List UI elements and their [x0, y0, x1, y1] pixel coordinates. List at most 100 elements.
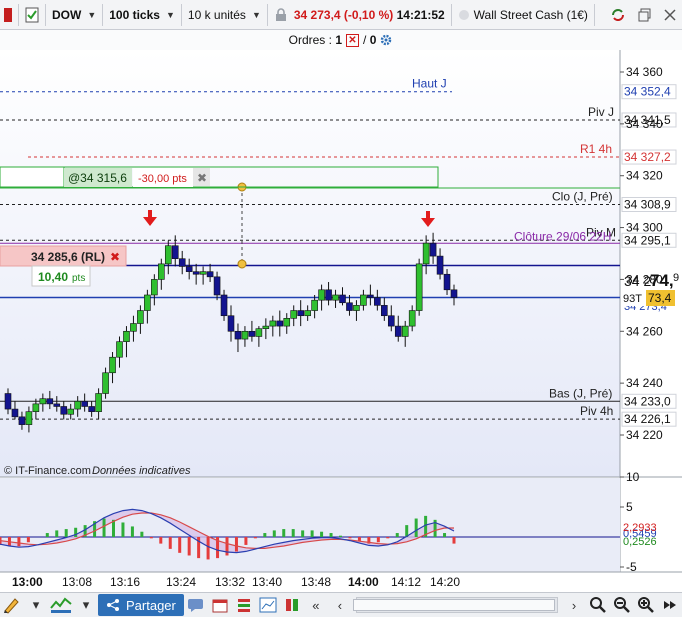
zoom-in-button[interactable]: [636, 594, 656, 616]
bear-candle: [81, 400, 88, 407]
checklist-button[interactable]: [19, 3, 46, 26]
indicator-tick-label: 10: [626, 470, 640, 484]
histogram-bar: [130, 526, 134, 537]
calendar-button[interactable]: [210, 594, 230, 616]
histogram-bar: [140, 531, 144, 537]
stop-order-distance: -30,00 pts: [138, 173, 187, 185]
share-button[interactable]: Partager: [98, 594, 184, 616]
clo_j_pre-label: Clo (J, Pré): [552, 189, 613, 203]
bull-candle: [262, 325, 270, 329]
histogram-bar: [17, 537, 21, 547]
scroll-end-icon: [664, 601, 676, 609]
cancel-orders-icon[interactable]: ✕: [346, 33, 359, 47]
scroll-end-button[interactable]: [660, 594, 680, 616]
piv_4h-value: 34 226,1: [624, 412, 671, 426]
close-icon[interactable]: ✖: [110, 250, 120, 264]
bear-candle: [436, 255, 444, 275]
histogram-bar: [168, 537, 172, 549]
horizontal-scrollbar[interactable]: [353, 597, 558, 613]
calendar-icon: [212, 599, 228, 613]
bear-candle: [381, 305, 388, 317]
chevron-down-icon[interactable]: ▾: [76, 594, 96, 616]
indicator-tick-label: 5: [626, 500, 633, 514]
close-window-button[interactable]: [658, 4, 682, 26]
top-toolbar: DOW ▼ 100 ticks ▼ 10 k unités ▼ 34 273,4…: [0, 0, 682, 30]
quantity-select[interactable]: 10 k unités ▼: [182, 3, 268, 26]
indicators-button[interactable]: [50, 594, 72, 616]
time-tick-label: 13:32: [215, 575, 245, 589]
scroll-right-button[interactable]: ›: [564, 594, 584, 616]
bull-candle: [74, 400, 81, 410]
scroll-left-button[interactable]: ‹: [330, 594, 350, 616]
zoom-fit-icon: [590, 597, 606, 613]
time-tick-label: 13:40: [252, 575, 282, 589]
zoom-out-button[interactable]: [612, 594, 632, 616]
chevron-down-icon[interactable]: ▾: [26, 594, 46, 616]
time-axis[interactable]: [0, 572, 682, 592]
draw-tool-button[interactable]: [2, 594, 22, 616]
chat-button[interactable]: [186, 594, 206, 616]
bull-candle: [130, 323, 137, 332]
bear-candle: [443, 273, 451, 291]
bas_j_pre-label: Bas (J, Pré): [549, 386, 612, 400]
histogram-bar: [452, 537, 456, 544]
chart-source: © IT-Finance.com: [4, 465, 91, 477]
instrument-select[interactable]: DOW ▼: [46, 3, 104, 26]
histogram-bar: [263, 533, 267, 537]
orders-label: Ordres :: [288, 33, 332, 47]
piv_4h-label: Piv 4h: [580, 404, 613, 418]
bull-candle: [332, 294, 339, 301]
bear-candle: [276, 320, 284, 327]
compare-chart-icon: [259, 597, 277, 613]
scroll-start-button[interactable]: «: [306, 594, 326, 616]
histogram-bar: [45, 533, 49, 537]
histogram-bar: [206, 537, 210, 560]
bear-candle: [46, 398, 54, 405]
histogram-bar: [272, 530, 276, 537]
strategy-button[interactable]: [282, 594, 302, 616]
zoom-fit-button[interactable]: [588, 594, 608, 616]
close-icon: [664, 8, 676, 21]
checklist-icon: [25, 7, 39, 22]
bull-candle: [123, 330, 130, 342]
histogram-bar: [310, 530, 314, 537]
bull-candle: [158, 263, 165, 280]
compare-button[interactable]: [258, 594, 278, 616]
histogram-bar: [102, 518, 106, 537]
bear-candle: [192, 271, 200, 275]
histogram-bar: [395, 533, 399, 537]
signal-value: 2,2933: [623, 522, 657, 534]
share-label: Partager: [126, 597, 176, 613]
scrollbar-thumb[interactable]: [353, 599, 555, 611]
clo_j_pre-value: 34 308,9: [624, 197, 671, 211]
share-icon: [107, 599, 119, 611]
bull-candle: [164, 245, 172, 265]
chat-icon: [187, 599, 203, 612]
chart-area[interactable]: Haut J34 352,4Piv J34 341,5R1 4h34 327,2…: [0, 50, 682, 592]
position-handle[interactable]: [237, 259, 247, 269]
orders-count-active: 1: [335, 33, 342, 47]
bull-candle: [144, 294, 151, 311]
price-tick-label: 34 360: [626, 65, 663, 79]
histogram-bar: [348, 537, 352, 539]
bear-candle: [11, 408, 19, 418]
histogram-bar: [244, 537, 248, 545]
bull-candle: [241, 330, 249, 340]
settings-icon[interactable]: [379, 33, 393, 47]
position-price: 34 285,6 (RL): [31, 250, 105, 264]
zoom-out-icon: [614, 597, 630, 613]
current-price-main: 74,: [650, 271, 674, 290]
refresh-button[interactable]: [604, 4, 632, 26]
bull-candle: [151, 279, 158, 296]
price-tick-label: 34 240: [626, 376, 663, 390]
histogram-bar: [282, 529, 286, 537]
alert-button[interactable]: [234, 594, 254, 616]
histogram-bar: [339, 535, 342, 537]
restore-window-button[interactable]: [632, 4, 658, 26]
close-icon[interactable]: ✖: [197, 171, 207, 185]
market-name-area[interactable]: Wall Street Cash (1€): [450, 3, 595, 26]
bear-candle: [394, 325, 402, 337]
timeframe-select[interactable]: 100 ticks ▼: [103, 3, 182, 26]
bear-candle: [325, 289, 332, 301]
bear-candle: [248, 330, 256, 337]
